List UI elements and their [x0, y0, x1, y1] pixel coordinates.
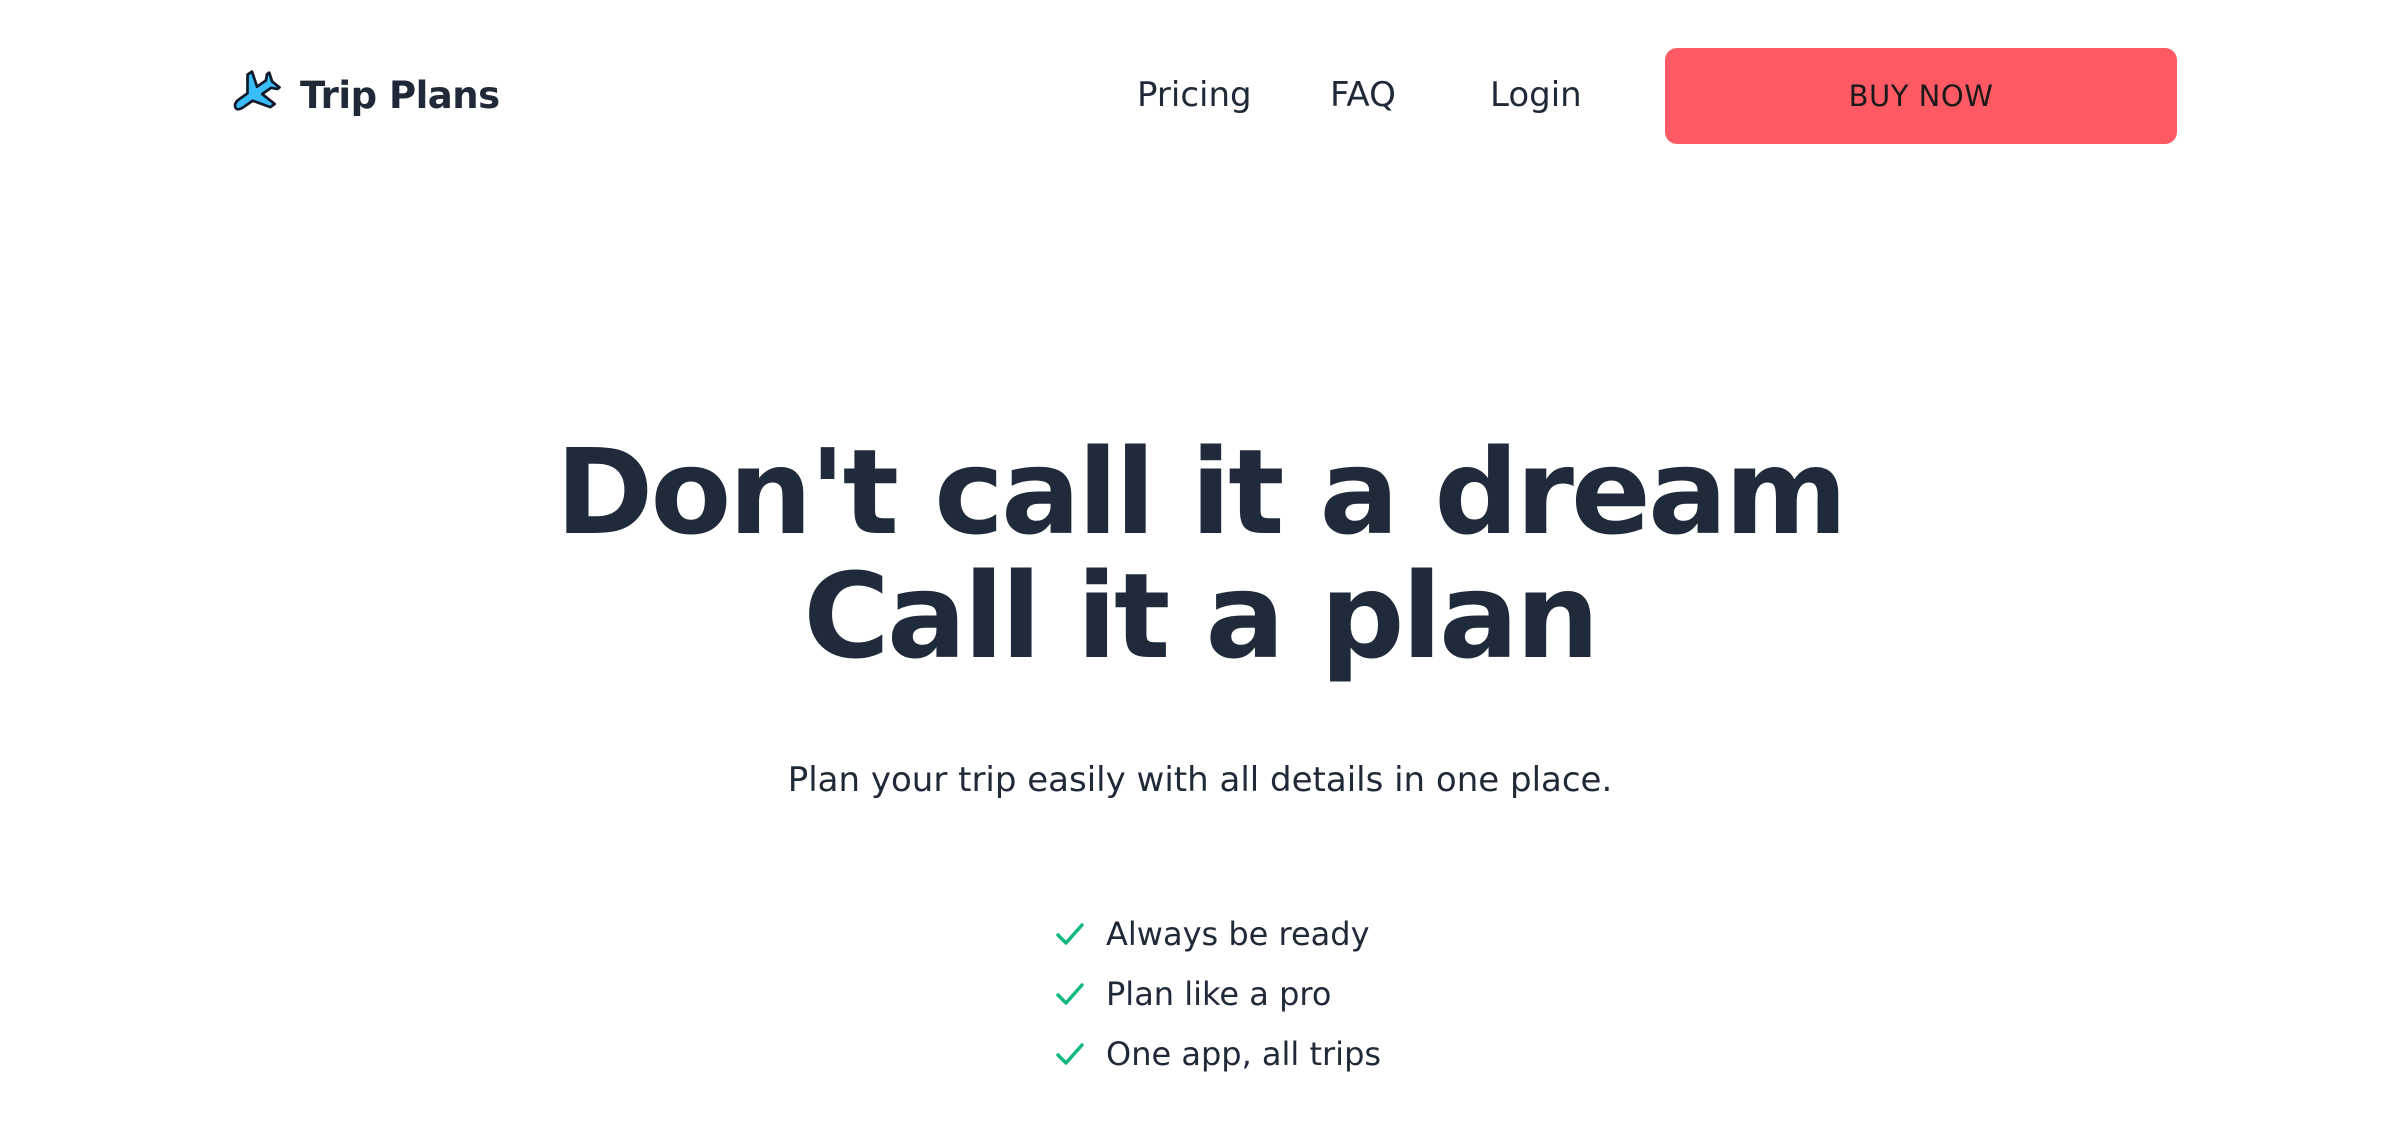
hero-subtitle: Plan your trip easily with all details i…: [787, 760, 1613, 800]
hero-section: Don't call it a dream Call it a plan: [0, 430, 2400, 678]
check-icon: [1056, 923, 1084, 945]
nav-link-pricing[interactable]: Pricing: [1137, 66, 1252, 124]
check-icon: [1056, 983, 1084, 1005]
hero-title: Don't call it a dream Call it a plan: [0, 430, 2400, 678]
site-header: Trip Plans Pricing FAQ Login BUY NOW: [0, 0, 2400, 190]
feature-label: Plan like a pro: [1106, 975, 1332, 1013]
hero-title-line-1: Don't call it a dream: [555, 423, 1847, 561]
feature-label: One app, all trips: [1106, 1035, 1382, 1073]
feature-list: Always be ready Plan like a pro One app,…: [1054, 904, 1381, 1084]
feature-item: Plan like a pro: [1054, 964, 1381, 1024]
nav-link-login[interactable]: Login: [1490, 66, 1582, 124]
nav-link-faq[interactable]: FAQ: [1330, 66, 1396, 124]
feature-label: Always be ready: [1106, 915, 1370, 953]
hero-title-line-2: Call it a plan: [803, 547, 1599, 685]
feature-item: One app, all trips: [1054, 1024, 1381, 1084]
feature-item: Always be ready: [1054, 904, 1381, 964]
check-icon: [1056, 1043, 1084, 1065]
buy-now-button[interactable]: BUY NOW: [1665, 48, 2177, 144]
